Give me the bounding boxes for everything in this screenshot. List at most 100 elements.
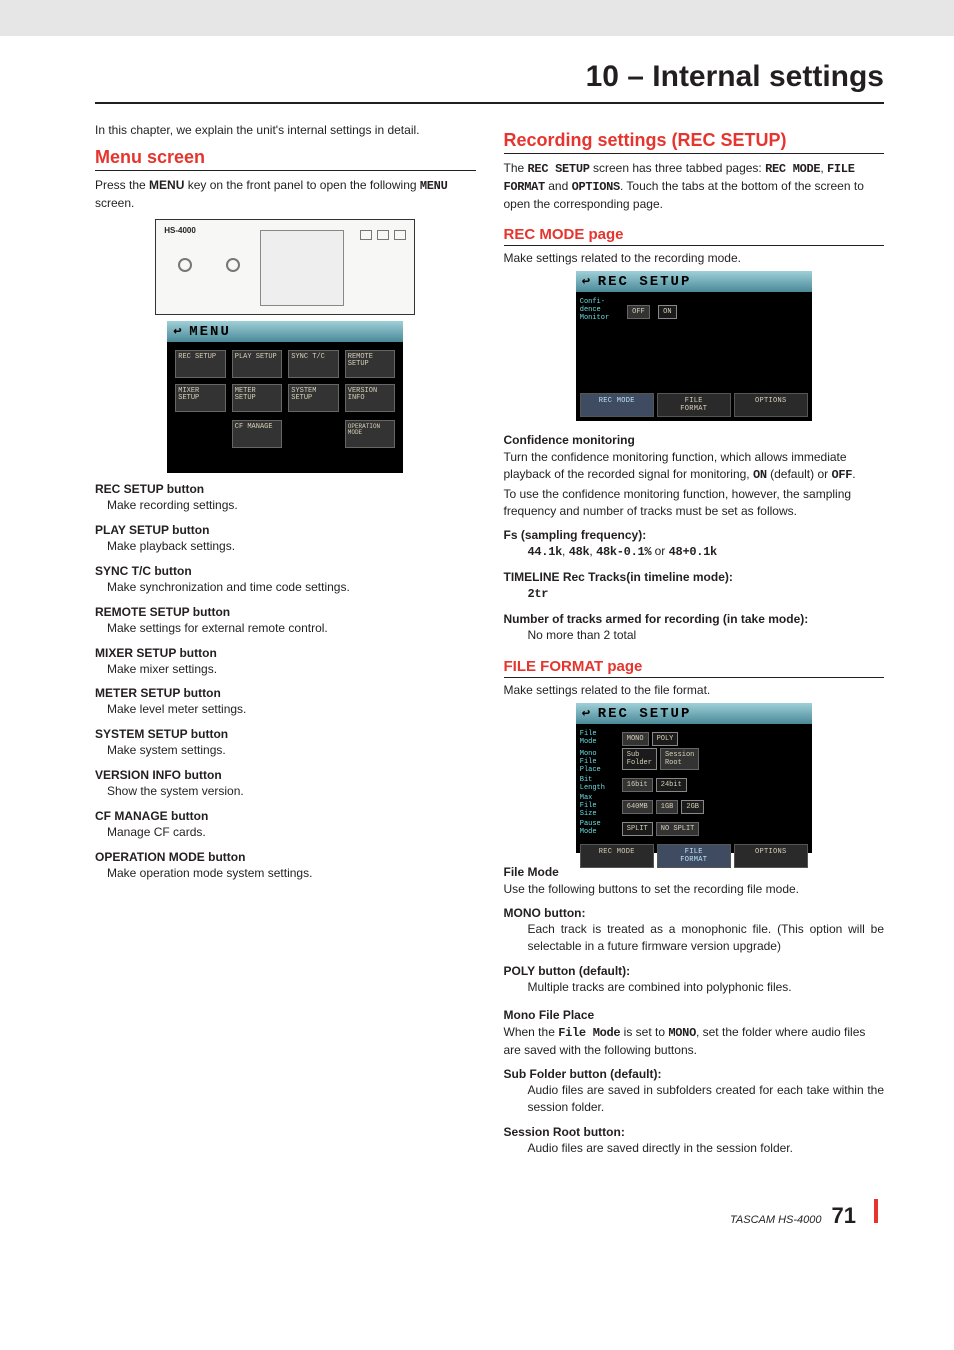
item-title: REC SETUP button [95,482,476,496]
nosplit-btn: NO SPLIT [656,822,700,836]
mono-button-desc: Each track is treated as a monophonic fi… [528,921,885,955]
tab-rec-mode: REC MODE [580,844,654,868]
menu-lcd-image: ↩MENU REC SETUP PLAY SETUP SYNC T/C REMO… [167,321,403,473]
ff-lbl: Mono File Place [580,750,622,774]
item-title: PLAY SETUP button [95,523,476,537]
fs-title: Fs (sampling frequency): [504,528,885,542]
right-column: Recording settings (REC SETUP) The REC S… [504,122,885,1159]
timeline-value: 2tr [528,587,549,601]
rec-mode-page-heading: REC MODE page [504,226,885,246]
item-title: CF MANAGE button [95,809,476,823]
rec-mode-lcd-image: ↩REC SETUP Confi- dence Monitor OFF ON R… [576,271,812,421]
text: When the [504,1025,559,1039]
mono-mono: MONO [668,1026,696,1040]
item-title: SYSTEM SETUP button [95,727,476,741]
device-label: HS-4000 [164,226,196,235]
menu-mono: MENU [420,179,448,193]
top-bar [0,0,954,36]
lcd-btn-system-setup: SYSTEM SETUP [288,384,339,412]
lcd-btn-remote-setup: REMOTE SETUP [345,350,396,378]
lcd-btn-rec-setup: REC SETUP [175,350,226,378]
item-title: REMOTE SETUP button [95,605,476,619]
poly-button-desc: Multiple tracks are combined into polyph… [528,979,885,996]
armed-title: Number of tracks armed for recording (in… [504,612,885,626]
timeline-title: TIMELINE Rec Tracks(in timeline mode): [504,570,885,584]
recording-settings-heading: Recording settings (REC SETUP) [504,130,885,154]
item-desc: Make mixer settings. [107,661,476,678]
mono-button-title: MONO button: [504,906,885,920]
accent-bar-icon [874,1199,878,1223]
mono-on: ON [753,468,767,482]
fs-values: 44.1k, 48k, 48k-0.1% or 48+0.1k [528,543,885,561]
item-title: SYNC T/C button [95,564,476,578]
mono-file-place-heading: Mono File Place [504,1008,885,1022]
file-mode-intro: Use the following buttons to set the rec… [504,881,885,898]
tab-file-format: FILE FORMAT [657,393,731,417]
confidence-label: Confi- dence Monitor [580,298,622,322]
ff-lbl: Pause Mode [580,820,622,836]
mono-btn: MONO [622,732,649,746]
item-desc: Show the system version. [107,783,476,800]
item-desc: Make recording settings. [107,497,476,514]
text: screen. [95,196,134,210]
file-format-intro: Make settings related to the file format… [504,682,885,699]
1gb-btn: 1GB [656,800,679,814]
file-format-lcd-image: ↩REC SETUP File ModeMONOPOLY Mono File P… [576,703,812,853]
menu-screen-heading: Menu screen [95,147,476,171]
sub-folder-title: Sub Folder button (default): [504,1067,885,1081]
text: , [562,544,569,558]
lcd-btn-meter-setup: METER SETUP [232,384,283,412]
session-root-title: Session Root button: [504,1125,885,1139]
lcd-btn-sync-tc: SYNC T/C [288,350,339,378]
mono-off: OFF [831,468,852,482]
footer-page-number: 71 [832,1203,856,1229]
mono-text: REC MODE [765,162,820,176]
mono-fs: 48k [569,545,590,559]
item-desc: Make playback settings. [107,538,476,555]
menu-intro: Press the MENU key on the front panel to… [95,177,476,212]
16bit-btn: 16bit [622,778,653,792]
left-column: In this chapter, we explain the unit's i… [95,122,476,1159]
text: is set to [620,1025,668,1039]
item-title: METER SETUP button [95,686,476,700]
lcd-icon [260,230,344,306]
subfolder-btn: Sub Folder [622,748,657,770]
mono-file-place-intro: When the File Mode is set to MONO, set t… [504,1024,885,1059]
session-root-desc: Audio files are saved directly in the se… [528,1140,885,1157]
tab-options: OPTIONS [734,844,808,868]
sessionroot-btn: Session Root [660,748,699,770]
poly-button-title: POLY button (default): [504,964,885,978]
item-title: OPERATION MODE button [95,850,476,864]
item-title: MIXER SETUP button [95,646,476,660]
lcd-btn-version-info: VERSION INFO [345,384,396,412]
text: or [651,544,668,558]
off-button: OFF [627,305,650,319]
menu-key-bold: MENU [149,178,184,192]
item-desc: Manage CF cards. [107,824,476,841]
mono-text: OPTIONS [572,180,620,194]
knob-icon [178,258,192,272]
item-desc: Make system settings. [107,742,476,759]
mono-filemode: File Mode [558,1026,620,1040]
text: key on the front panel to open the follo… [184,178,420,192]
ff-lbl: File Mode [580,730,622,746]
button-grid-icon [360,230,408,240]
poly-btn: POLY [652,732,679,746]
page-footer: TASCAM HS-4000 71 [95,1199,884,1229]
back-icon: ↩ [582,705,598,722]
lcd-btn-play-setup: PLAY SETUP [232,350,283,378]
lcd-btn-operation-mode: OPERATION MODE [345,420,396,448]
item-desc: Make settings for external remote contro… [107,620,476,637]
sub-folder-desc: Audio files are saved in subfolders crea… [528,1082,885,1116]
tab-file-format: FILE FORMAT [657,844,731,868]
back-icon: ↩ [173,323,189,340]
rec-intro: The REC SETUP screen has three tabbed pa… [504,160,885,212]
item-title: VERSION INFO button [95,768,476,782]
text: (default) or [767,467,832,481]
lcd-rec-title-2: REC SETUP [598,706,692,722]
chapter-title: 10 – Internal settings [95,36,884,104]
mono-fs: 44.1k [528,545,563,559]
hardware-panel-image: HS-4000 [155,219,415,315]
text: and [545,179,572,193]
confidence-desc-2: To use the confidence monitoring functio… [504,486,885,520]
